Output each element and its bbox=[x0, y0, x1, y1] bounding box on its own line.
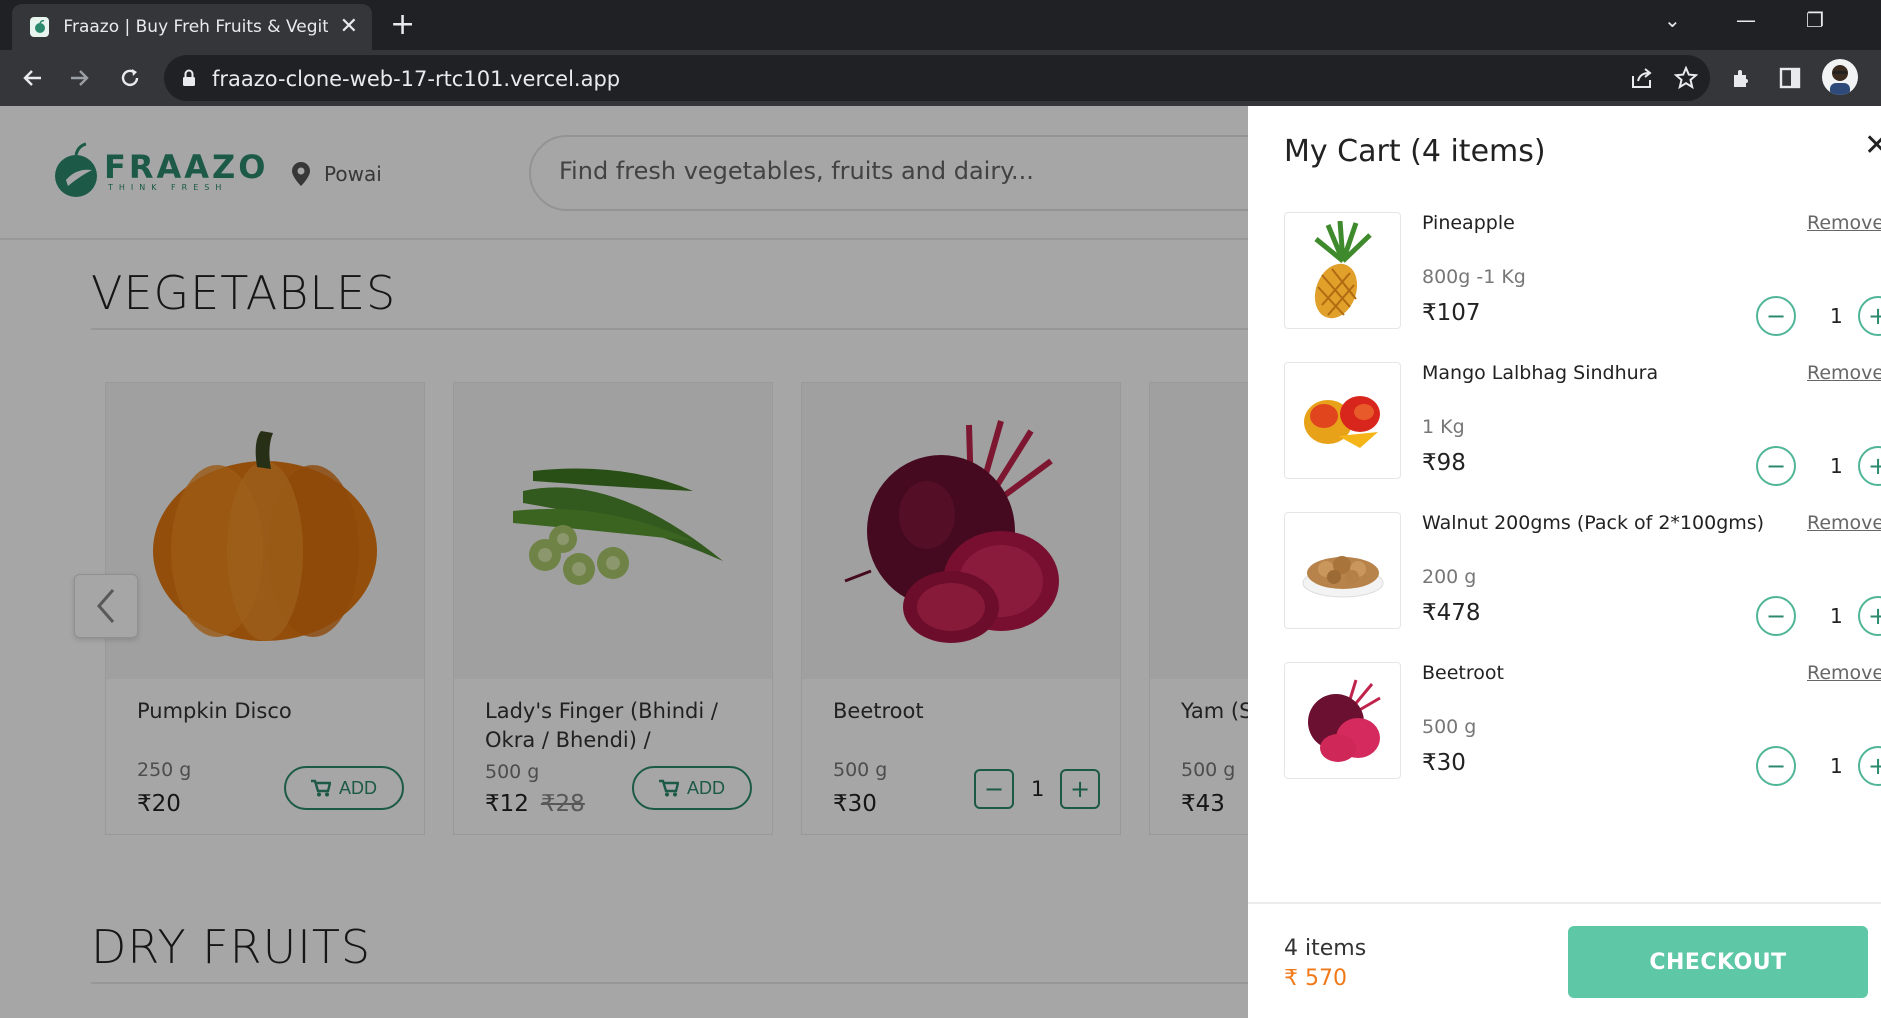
remove-link[interactable]: Remove bbox=[1807, 212, 1881, 234]
cart-item-price: ₹30 bbox=[1422, 750, 1466, 776]
decrement-button[interactable]: − bbox=[1756, 446, 1796, 486]
decrement-button[interactable]: − bbox=[1756, 746, 1796, 786]
cart-title: My Cart (4 items) bbox=[1284, 134, 1546, 169]
browser-toolbar: fraazo-clone-web-17-rtc101.vercel.app bbox=[0, 50, 1881, 106]
cart-item: Mango Lalbhag Sindhura Remove 1 Kg ₹98 −… bbox=[1284, 362, 1881, 486]
cart-item-qty: 1 bbox=[1830, 304, 1843, 328]
close-icon[interactable]: ✕ bbox=[1864, 128, 1881, 163]
cart-item: Pineapple Remove 800g -1 Kg ₹107 − 1 + bbox=[1284, 212, 1881, 336]
tab-search-icon[interactable]: ⌄ bbox=[1664, 8, 1681, 32]
checkout-button[interactable]: CHECKOUT bbox=[1568, 926, 1868, 998]
cart-item-count: 4 items bbox=[1284, 936, 1367, 961]
cart-item: Walnut 200gms (Pack of 2*100gms) Remove … bbox=[1284, 512, 1881, 636]
cart-item-weight: 200 g bbox=[1422, 566, 1477, 588]
cart-item-weight: 500 g bbox=[1422, 716, 1477, 738]
decrement-button[interactable]: − bbox=[1756, 296, 1796, 336]
cart-item-name: Mango Lalbhag Sindhura bbox=[1422, 362, 1659, 384]
minimize-icon[interactable]: — bbox=[1736, 8, 1756, 32]
cart-item-price: ₹98 bbox=[1422, 450, 1466, 476]
cart-item-image bbox=[1284, 212, 1401, 329]
lock-icon bbox=[183, 69, 195, 86]
remove-link[interactable]: Remove bbox=[1807, 512, 1881, 534]
cart-footer: 4 items ₹ 570 CHECKOUT bbox=[1248, 902, 1881, 1018]
increment-button[interactable]: + bbox=[1858, 596, 1881, 636]
browser-tabstrip: Fraazo | Buy Freh Fruits & Vegitables ✕ … bbox=[0, 0, 1881, 50]
cart-item-weight: 1 Kg bbox=[1422, 416, 1465, 438]
profile-avatar[interactable] bbox=[1822, 59, 1858, 95]
back-icon[interactable] bbox=[16, 62, 48, 94]
cart-item-price: ₹478 bbox=[1422, 600, 1481, 626]
reload-icon[interactable] bbox=[114, 62, 146, 94]
favicon-icon bbox=[30, 17, 50, 37]
page: FRAAZO THINK FRESH Powai VEGETABLES Pump… bbox=[0, 106, 1881, 1018]
restore-icon[interactable]: ❐ bbox=[1806, 8, 1824, 32]
cart-item-qty: 1 bbox=[1830, 604, 1843, 628]
cart-item-weight: 800g -1 Kg bbox=[1422, 266, 1526, 288]
browser-tab[interactable]: Fraazo | Buy Freh Fruits & Vegitables ✕ bbox=[12, 4, 372, 50]
cart-item-name: Walnut 200gms (Pack of 2*100gms) bbox=[1422, 512, 1765, 534]
tab-title: Fraazo | Buy Freh Fruits & Vegitables bbox=[63, 17, 328, 37]
side-panel-icon[interactable] bbox=[1774, 62, 1806, 94]
share-icon[interactable] bbox=[1630, 67, 1654, 89]
cart-item-qty: 1 bbox=[1830, 454, 1843, 478]
cart-item-image bbox=[1284, 662, 1401, 779]
remove-link[interactable]: Remove bbox=[1807, 662, 1881, 684]
cart-item-name: Beetroot bbox=[1422, 662, 1504, 684]
increment-button[interactable]: + bbox=[1858, 446, 1881, 486]
cart-total: ₹ 570 bbox=[1284, 966, 1347, 991]
decrement-button[interactable]: − bbox=[1756, 596, 1796, 636]
cart-drawer: My Cart (4 items) ✕ Pineapple Remove 800… bbox=[1248, 106, 1881, 1018]
bookmark-star-icon[interactable] bbox=[1674, 66, 1698, 90]
remove-link[interactable]: Remove bbox=[1807, 362, 1881, 384]
tab-close-icon[interactable]: ✕ bbox=[340, 16, 358, 38]
increment-button[interactable]: + bbox=[1858, 746, 1881, 786]
cart-item: Beetroot Remove 500 g ₹30 − 1 + bbox=[1284, 662, 1881, 786]
forward-icon[interactable] bbox=[64, 62, 96, 94]
new-tab-icon[interactable]: + bbox=[390, 10, 415, 40]
cart-item-image bbox=[1284, 512, 1401, 629]
increment-button[interactable]: + bbox=[1858, 296, 1881, 336]
extensions-icon[interactable] bbox=[1726, 62, 1758, 94]
cart-item-name: Pineapple bbox=[1422, 212, 1515, 234]
cart-item-qty: 1 bbox=[1830, 754, 1843, 778]
address-bar[interactable]: fraazo-clone-web-17-rtc101.vercel.app bbox=[164, 55, 1710, 101]
url-text: fraazo-clone-web-17-rtc101.vercel.app bbox=[212, 67, 621, 91]
cart-item-price: ₹107 bbox=[1422, 300, 1481, 326]
cart-item-image bbox=[1284, 362, 1401, 479]
